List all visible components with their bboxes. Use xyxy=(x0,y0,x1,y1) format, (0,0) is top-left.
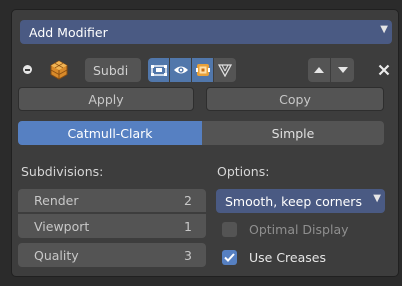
move-down-icon xyxy=(337,67,348,73)
move-up-icon xyxy=(314,67,324,73)
realtime-viewport-icon xyxy=(173,66,188,74)
render-levels-label: Render xyxy=(34,193,79,208)
catmull-clark-option[interactable]: Catmull-Clark xyxy=(18,121,202,145)
subdivisions-heading: Subdivisions: xyxy=(21,164,104,179)
apply-button[interactable]: Apply xyxy=(18,87,194,111)
copy-label: Copy xyxy=(279,91,311,107)
optimal-display-option[interactable]: Optimal Display xyxy=(222,220,349,238)
on-cage-icon xyxy=(218,64,232,77)
on-cage-toggle[interactable] xyxy=(214,58,236,82)
chevron-down-icon: ▼ xyxy=(373,193,381,204)
viewport-levels-label: Viewport xyxy=(34,218,90,234)
quality-field[interactable]: Quality 3 xyxy=(18,243,206,267)
subdivision-algorithm-selector: Catmull-Clark Simple xyxy=(18,121,384,145)
modifier-name-text: Subdi xyxy=(93,62,129,78)
modifier-visibility-toggles xyxy=(148,58,236,82)
move-down-button[interactable] xyxy=(331,58,354,82)
render-levels-field[interactable]: Render 2 xyxy=(18,189,206,213)
use-creases-option[interactable]: Use Creases xyxy=(222,248,326,266)
apply-label: Apply xyxy=(88,91,124,107)
move-modifier-buttons xyxy=(308,58,354,82)
quality-value: 3 xyxy=(184,247,192,263)
collapse-toggle-icon[interactable] xyxy=(23,65,32,74)
uv-smooth-value: Smooth, keep corners xyxy=(225,193,362,209)
move-up-button[interactable] xyxy=(308,58,331,82)
edit-mode-icon xyxy=(150,65,167,76)
render-icon xyxy=(195,64,210,76)
use-creases-label: Use Creases xyxy=(249,249,326,265)
modifier-header: Subdi xyxy=(20,57,392,83)
render-toggle[interactable] xyxy=(192,58,214,82)
chevron-down-icon: ▼ xyxy=(380,24,388,35)
copy-button[interactable]: Copy xyxy=(206,87,384,111)
edit-mode-toggle[interactable] xyxy=(148,58,170,82)
simple-option[interactable]: Simple xyxy=(202,121,384,145)
uv-smooth-dropdown[interactable]: Smooth, keep corners ▼ xyxy=(216,189,385,213)
optimal-display-checkbox[interactable] xyxy=(222,221,237,237)
viewport-levels-field[interactable]: Viewport 1 xyxy=(18,214,206,238)
render-levels-value: 2 xyxy=(184,193,192,208)
close-icon[interactable] xyxy=(374,59,394,81)
subdivision-modifier-icon xyxy=(49,60,69,80)
add-modifier-dropdown[interactable]: Add Modifier ▼ xyxy=(20,20,392,44)
add-modifier-label: Add Modifier xyxy=(29,24,108,40)
viewport-toggle[interactable] xyxy=(170,58,192,82)
viewport-levels-value: 1 xyxy=(184,218,192,234)
optimal-display-label: Optimal Display xyxy=(249,221,349,237)
modifier-name-field[interactable]: Subdi xyxy=(85,58,141,82)
checkmark-icon xyxy=(224,252,235,262)
use-creases-checkbox[interactable] xyxy=(222,249,237,265)
options-heading: Options: xyxy=(217,164,270,179)
quality-label: Quality xyxy=(34,247,79,263)
